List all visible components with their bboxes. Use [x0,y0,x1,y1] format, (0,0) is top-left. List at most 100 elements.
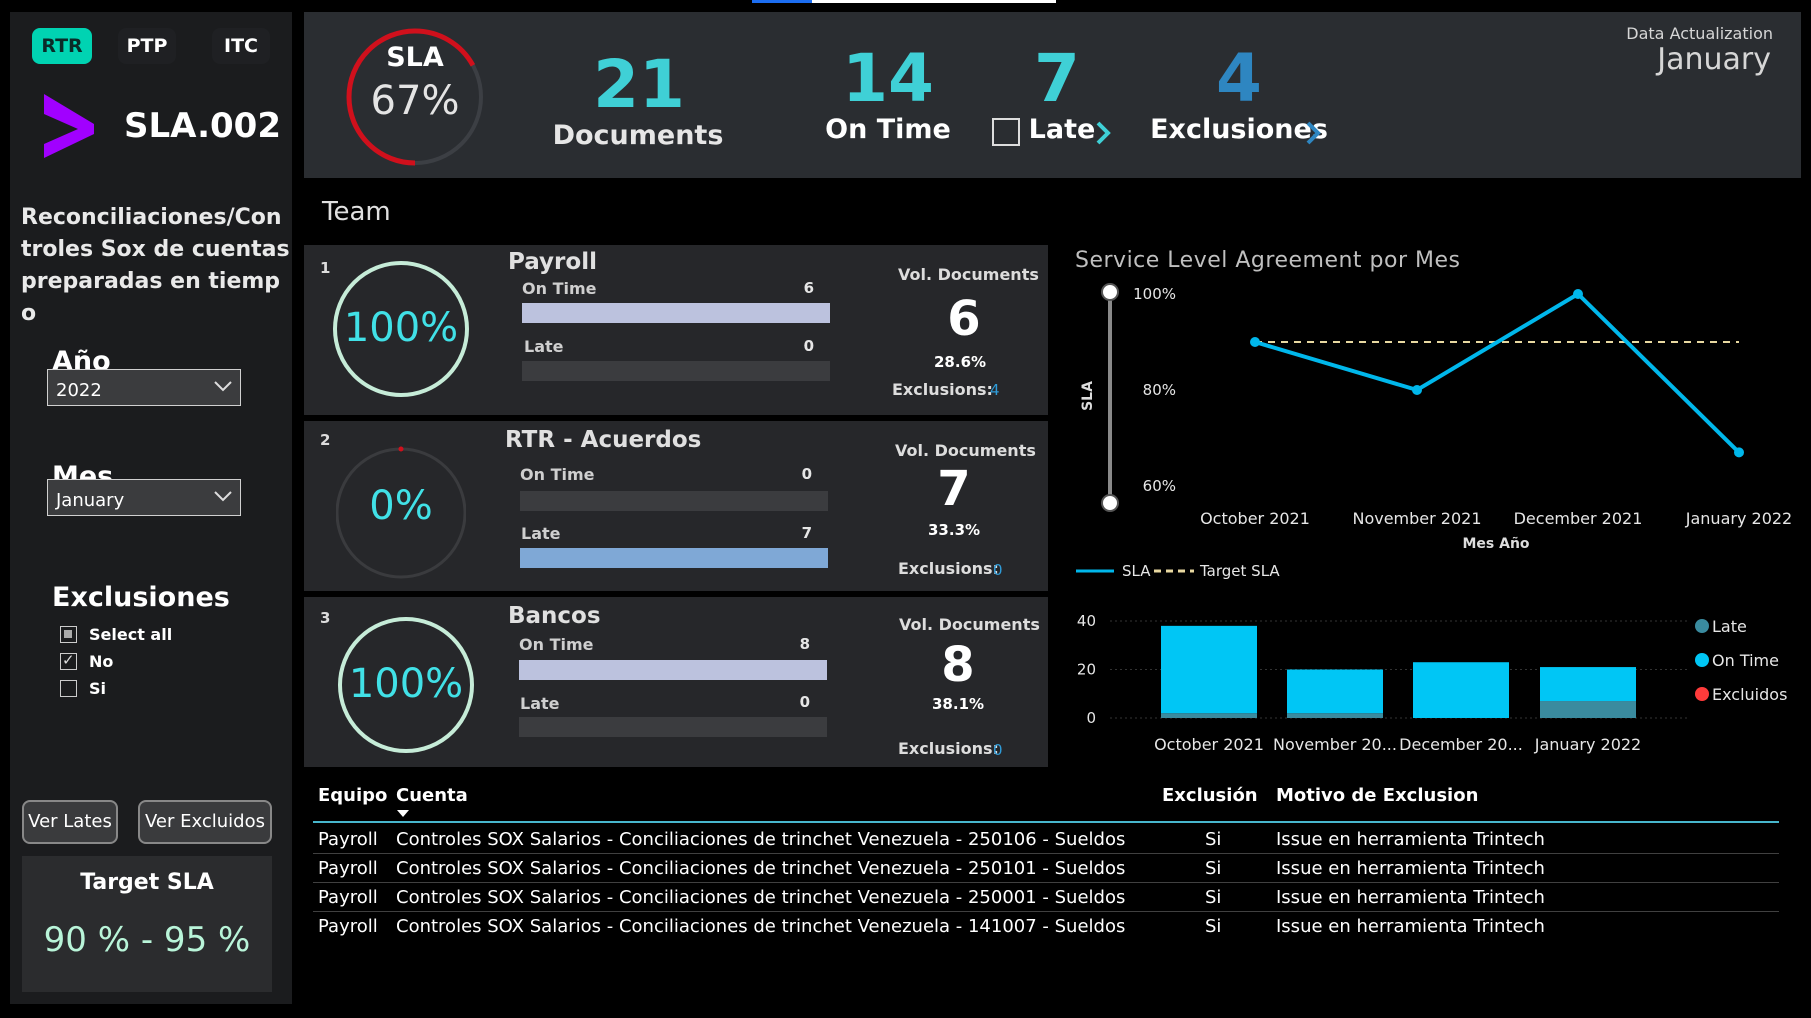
bar-segment-on-time [1413,662,1509,718]
column-header-cuenta[interactable]: Cuenta [396,785,468,806]
vol-documents-percent: 33.3% [928,521,981,539]
target-sla-title: Target SLA [80,870,214,895]
on-time-bar-label: On Time [520,465,595,484]
y-range-slider-handle-bottom [1101,494,1119,512]
team-index: 2 [320,431,331,449]
checkbox-checked-icon[interactable]: ✓ [60,651,77,670]
late-bar-label: Late [521,524,561,543]
x-tick-label: December 20... [1399,735,1523,754]
target-sla-card: Target SLA 90 % - 95 % [22,856,272,992]
target-sla-value: 90 % - 95 % [43,920,251,960]
on-time-bar-label: On Time [519,635,594,654]
chevron-down-icon [214,491,232,502]
table-row[interactable]: Payroll Controles SOX Salarios - Concili… [313,854,1779,883]
legend-excluidos-swatch [1695,687,1709,701]
on-time-count: 14 [842,40,934,117]
sla-gauge-value: 67% [370,78,460,124]
column-header-equipo[interactable]: Equipo [318,785,387,806]
column-header-motivo[interactable]: Motivo de Exclusion [1276,785,1478,806]
bar-segment-late [1540,701,1636,718]
exclusion-option-select-all[interactable]: Select all [60,623,172,645]
x-tick-label: October 2021 [1200,509,1310,528]
ver-excluidos-button[interactable]: Ver Excluidos [138,800,272,844]
sla-code: SLA.002 [124,106,281,146]
exclusiones-chevron-right-icon[interactable] [1304,120,1324,146]
on-time-bar-value: 6 [803,279,814,297]
chevron-down-icon [214,381,232,392]
y-tick-label: 60% [1143,477,1176,495]
on-time-bar [520,491,828,511]
month-dropdown[interactable]: January [47,479,241,516]
x-tick-label: November 2021 [1352,509,1481,528]
on-time-bar-fill [519,660,827,680]
y-tick-label: 80% [1143,381,1176,399]
team-name: RTR - Acuerdos [505,427,702,453]
x-tick-label: January 2022 [1685,509,1792,528]
bar-segment-late [1287,713,1383,718]
column-header-exclusion[interactable]: Exclusión [1162,785,1258,806]
team-index: 3 [320,609,331,627]
y-range-slider-handle-top [1101,283,1119,301]
cell-motivo: Issue en herramienta Trintech [1276,916,1545,937]
vol-documents-value: 7 [937,461,971,517]
vol-documents-label: Vol. Documents [895,441,1036,460]
vol-documents-percent: 28.6% [934,353,987,371]
vol-documents-percent: 38.1% [932,695,985,713]
cell-exclusion: Si [1205,829,1222,850]
mode-button-rtr[interactable]: RTR [32,28,92,64]
late-bar-value: 0 [803,337,814,355]
vol-documents-label: Vol. Documents [898,265,1039,284]
sidebar: RTR PTP ITC SLA.002 Reconciliaciones/Con… [10,12,292,1004]
top-nav-indicator-active [752,0,812,3]
exclusions-value: 4 [990,381,1000,399]
ver-lates-button[interactable]: Ver Lates [22,800,118,844]
x-tick-label: November 20... [1273,735,1397,754]
table-row[interactable]: Payroll Controles SOX Salarios - Concili… [313,912,1779,941]
exclusions-value: 0 [993,741,1003,759]
y-tick-label: 20 [1077,661,1096,679]
team-card-bancos[interactable]: 3 100% Bancos On Time 8 Late 0 Vol. Docu… [304,597,1048,767]
legend-on time-swatch [1695,653,1709,667]
exclusion-option-no[interactable]: ✓ No [60,650,113,672]
sla-gauge-label: SLA [386,42,444,73]
sla-point [1573,289,1583,299]
documents-count: 21 [593,46,685,123]
exclusions-label: Exclusions: [898,739,999,758]
cell-exclusion: Si [1205,858,1222,879]
bar-segment-on-time [1161,625,1257,714]
late-bar-label: Late [524,337,564,356]
cell-motivo: Issue en herramienta Trintech [1276,858,1545,879]
cell-equipo: Payroll [318,829,378,850]
exclusion-option-si[interactable]: Si [60,677,106,699]
sla-point [1250,337,1260,347]
on-time-bar [519,660,827,680]
team-name: Payroll [508,249,597,275]
mode-button-ptp[interactable]: PTP [118,28,176,64]
vol-documents-label: Vol. Documents [899,615,1040,634]
late-checkbox[interactable] [992,118,1020,146]
team-sla-percent: 100% [343,305,459,351]
team-card-payroll[interactable]: 1 100% Payroll On Time 6 Late 0 Vol. Doc… [304,245,1048,415]
exclusions-label: Exclusions: [898,559,999,578]
accenture-logo-icon [44,94,94,158]
table-row[interactable]: Payroll Controles SOX Salarios - Concili… [313,883,1779,912]
table-row[interactable]: Payroll Controles SOX Salarios - Concili… [313,825,1779,854]
bar-segment-on-time [1540,667,1636,702]
late-bar [519,717,827,737]
late-chevron-right-icon[interactable] [1094,120,1114,146]
cell-equipo: Payroll [318,887,378,908]
year-dropdown[interactable]: 2022 [47,369,241,406]
sla-point [1412,385,1422,395]
cell-exclusion: Si [1205,887,1222,908]
mode-button-itc[interactable]: ITC [212,28,270,64]
team-card-rtr-acuerdos[interactable]: 2 0% RTR - Acuerdos On Time 0 Late 7 Vol… [304,421,1048,591]
checkbox-partial-icon[interactable] [60,625,77,643]
exclusion-option-label: No [89,651,114,671]
vol-documents-value: 6 [947,291,981,347]
x-tick-label: October 2021 [1154,735,1264,754]
vol-documents-value: 8 [941,637,975,693]
checkbox-unchecked-icon[interactable] [60,679,77,697]
cell-equipo: Payroll [318,916,378,937]
legend-excluidos-label: Excluidos [1712,685,1787,704]
status-bar-chart: 40 20 0 October 2021 November 20... December … [1077,612,1788,754]
